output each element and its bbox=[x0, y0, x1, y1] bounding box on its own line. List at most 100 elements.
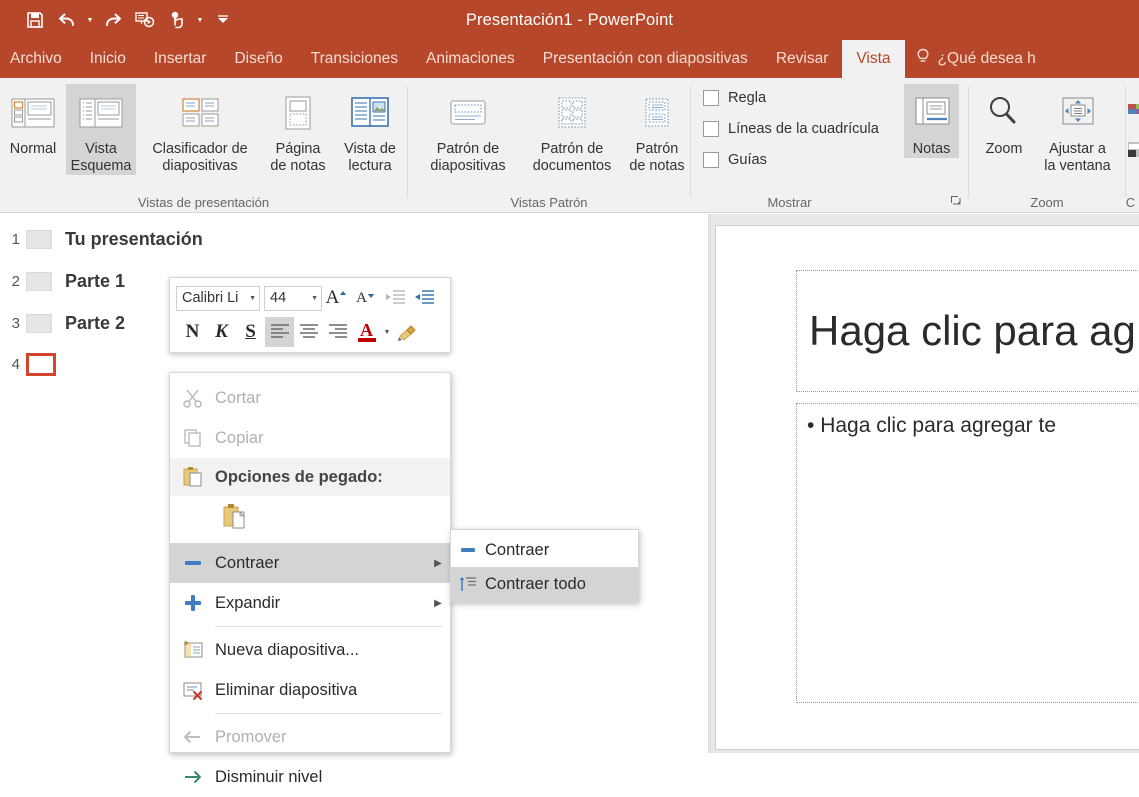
bold-button[interactable]: N bbox=[178, 317, 207, 347]
font-color-button[interactable]: A bbox=[352, 317, 381, 347]
outline-slide-number: 2 bbox=[11, 273, 20, 290]
ribbon-group-label-mostrar: Mostrar bbox=[767, 195, 812, 210]
grow-font-button[interactable]: A bbox=[322, 283, 351, 313]
increase-indent-icon[interactable] bbox=[409, 283, 438, 313]
chevron-down-icon[interactable]: ▼ bbox=[249, 295, 256, 302]
start-presentation-icon[interactable] bbox=[130, 5, 160, 35]
promote-icon bbox=[170, 717, 215, 757]
notes-page-icon bbox=[274, 88, 322, 138]
context-menu-item-contraer-label: Contraer bbox=[215, 553, 280, 572]
checkbox-regla-box[interactable] bbox=[703, 90, 719, 106]
decrease-indent-icon[interactable] bbox=[380, 283, 409, 313]
outline-row-4[interactable]: 4 bbox=[4, 353, 69, 376]
lightbulb-icon bbox=[915, 47, 931, 72]
underline-label: S bbox=[245, 321, 256, 342]
outline-slide-thumbnail[interactable] bbox=[26, 230, 52, 249]
checkbox-guias[interactable]: Guías bbox=[703, 152, 767, 168]
ribbon-button-zoom-label: Zoom bbox=[985, 141, 1023, 157]
tab-inicio[interactable]: Inicio bbox=[76, 40, 140, 78]
delete-slide-icon bbox=[170, 670, 215, 710]
context-menu-item-expandir[interactable]: Expandir ▶ bbox=[170, 583, 450, 623]
touch-mode-dropdown-icon[interactable]: ▼ bbox=[194, 5, 206, 35]
touch-mode-icon[interactable] bbox=[162, 5, 192, 35]
checkbox-lineas-de-la-cuadricula[interactable]: Líneas de la cuadrícula bbox=[703, 121, 879, 137]
body-placeholder[interactable]: • Haga clic para agregar te bbox=[796, 403, 1139, 703]
italic-button[interactable]: K bbox=[207, 317, 236, 347]
ribbon-button-pagina-de-notas[interactable]: Página de notas bbox=[262, 84, 334, 175]
paste-keep-text-icon[interactable] bbox=[222, 502, 250, 537]
ribbon-button-patron-de-notas[interactable]: Patrón de notas bbox=[624, 84, 690, 175]
undo-dropdown-icon[interactable]: ▼ bbox=[84, 5, 96, 35]
outline-row-3[interactable]: 3 Parte 2 bbox=[4, 313, 125, 334]
down-arrow-icon bbox=[367, 294, 375, 298]
align-right-button[interactable] bbox=[323, 317, 352, 347]
collapse-icon bbox=[451, 533, 485, 567]
ribbon-button-notas[interactable]: Notas bbox=[904, 84, 959, 158]
tab-revisar[interactable]: Revisar bbox=[762, 40, 843, 78]
font-size-combo[interactable]: 44 ▼ bbox=[264, 285, 322, 311]
context-menu-item-contraer[interactable]: Contraer ▶ bbox=[170, 543, 450, 583]
grayscale-swatch-icon bbox=[1128, 140, 1139, 162]
outline-row-2[interactable]: 2 Parte 1 bbox=[4, 271, 125, 292]
ribbon-button-color[interactable] bbox=[1128, 84, 1139, 138]
tab-insertar[interactable]: Insertar bbox=[140, 40, 221, 78]
context-menu-item-disminuir-nivel-label: Disminuir nivel bbox=[215, 767, 323, 786]
outline-slide-thumbnail[interactable] bbox=[26, 314, 52, 333]
tab-diseno[interactable]: Diseño bbox=[220, 40, 296, 78]
checkbox-lineas-de-la-cuadricula-box[interactable] bbox=[703, 121, 719, 137]
ribbon-button-normal[interactable]: Normal bbox=[4, 84, 62, 158]
submenu-item-contraer-todo[interactable]: Contraer todo bbox=[451, 567, 638, 601]
handout-master-icon bbox=[548, 88, 596, 138]
title-placeholder[interactable]: Haga clic para ag bbox=[796, 270, 1139, 392]
expand-icon bbox=[170, 583, 215, 623]
outline-slide-thumbnail-selected[interactable] bbox=[26, 353, 56, 376]
submenu-item-contraer[interactable]: Contraer bbox=[451, 533, 638, 567]
shrink-font-button[interactable]: A bbox=[351, 283, 380, 313]
ribbon-button-patron-de-documentos[interactable]: Patrón de documentos bbox=[520, 84, 624, 175]
context-menu-item-disminuir-nivel[interactable]: Disminuir nivel bbox=[170, 757, 450, 797]
ribbon-button-vista-esquema[interactable]: Vista Esquema bbox=[66, 84, 136, 175]
tab-transiciones[interactable]: Transiciones bbox=[297, 40, 412, 78]
reading-view-icon bbox=[346, 88, 394, 138]
checkbox-regla-label: Regla bbox=[728, 90, 767, 106]
format-painter-icon[interactable] bbox=[393, 317, 422, 347]
context-menu-item-eliminar-diapositiva[interactable]: Eliminar diapositiva bbox=[170, 670, 450, 710]
outline-slide-title: Tu presentación bbox=[65, 229, 203, 249]
slide-canvas[interactable]: Haga clic para ag • Haga clic para agreg… bbox=[715, 225, 1139, 750]
redo-icon[interactable] bbox=[98, 5, 128, 35]
underline-button[interactable]: S bbox=[236, 317, 265, 347]
undo-icon[interactable] bbox=[52, 5, 82, 35]
tab-animaciones[interactable]: Animaciones bbox=[412, 40, 529, 78]
tell-me-box[interactable]: ¿Qué desea h bbox=[905, 40, 1036, 78]
outline-row-1[interactable]: 1 Tu presentación bbox=[4, 229, 203, 250]
save-icon[interactable] bbox=[20, 5, 50, 35]
context-menu-item-nueva-diapositiva[interactable]: Nueva diapositiva... bbox=[170, 630, 450, 670]
checkbox-regla[interactable]: Regla bbox=[703, 90, 766, 106]
ribbon: Normal Vista Esquema Clasificador de dia… bbox=[0, 78, 1139, 213]
context-menu-item-cortar: Cortar bbox=[170, 378, 450, 418]
ribbon-button-patron-de-diapositivas-label: Patrón de diapositivas bbox=[430, 141, 506, 174]
font-color-dropdown-icon[interactable]: ▼ bbox=[381, 329, 393, 336]
ribbon-button-clasificador-de-diapositivas[interactable]: Clasificador de diapositivas bbox=[140, 84, 260, 175]
checkbox-guias-box[interactable] bbox=[703, 152, 719, 168]
ribbon-button-vista-de-lectura[interactable]: Vista de lectura bbox=[336, 84, 404, 175]
tab-vista[interactable]: Vista bbox=[842, 40, 905, 78]
body-bullet: • bbox=[807, 414, 815, 437]
tab-archivo[interactable]: Archivo bbox=[0, 40, 76, 78]
mostrar-dialog-launcher-icon[interactable] bbox=[950, 195, 962, 210]
ribbon-button-patron-de-diapositivas[interactable]: Patrón de diapositivas bbox=[416, 84, 520, 175]
shrink-font-label: A bbox=[356, 289, 367, 306]
customize-quick-access-icon[interactable] bbox=[208, 5, 238, 35]
font-name-combo[interactable]: Calibri Li ▼ bbox=[176, 285, 260, 311]
tab-presentacion-con-diapositivas[interactable]: Presentación con diapositivas bbox=[529, 40, 762, 78]
ribbon-button-zoom[interactable]: Zoom bbox=[975, 84, 1033, 158]
notes-pane-icon bbox=[908, 88, 956, 138]
font-color-swatch bbox=[357, 338, 376, 342]
chevron-down-icon[interactable]: ▼ bbox=[311, 295, 318, 302]
ribbon-button-grayscale[interactable] bbox=[1128, 136, 1139, 162]
align-left-button[interactable] bbox=[265, 317, 294, 347]
ribbon-button-ajustar-a-la-ventana[interactable]: Ajustar a la ventana bbox=[1035, 84, 1120, 175]
context-menu-item-promover-label: Promover bbox=[215, 727, 287, 746]
align-center-button[interactable] bbox=[294, 317, 323, 347]
outline-slide-thumbnail[interactable] bbox=[26, 272, 52, 291]
